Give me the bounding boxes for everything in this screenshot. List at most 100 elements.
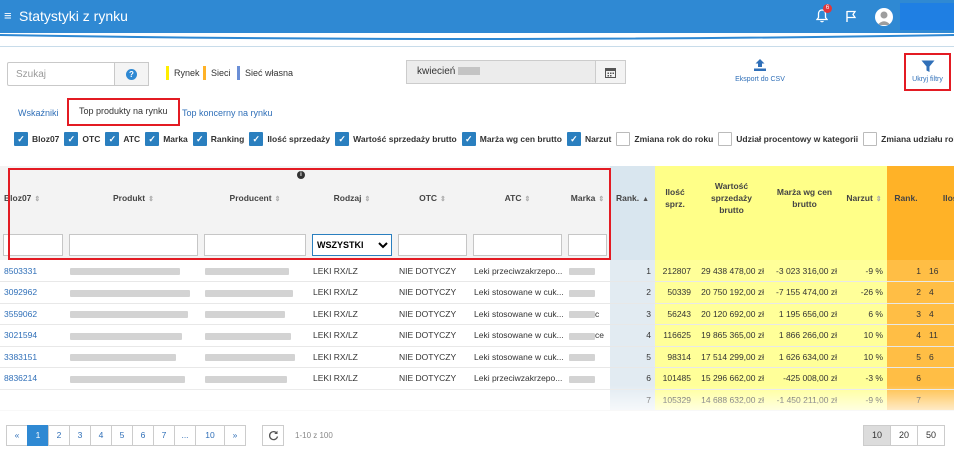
page-button[interactable]: 2: [48, 425, 70, 446]
brand-tail: c: [595, 308, 600, 319]
col-gross-value[interactable]: Wartość sprzedaży brutto: [695, 166, 768, 230]
col-brand[interactable]: Marka ⇕: [565, 166, 610, 230]
page-button[interactable]: «: [6, 425, 28, 446]
cell-markup: -9 %: [841, 260, 887, 282]
calendar-button[interactable]: [596, 60, 626, 84]
cell-atc: Leki stosowane w cuk...: [470, 281, 565, 304]
toggle-otc[interactable]: ✓ OTC: [64, 132, 100, 146]
filter-cell: [565, 230, 610, 260]
cell-bloz07[interactable]: 3383151: [0, 346, 66, 368]
filter-cell: [610, 230, 655, 260]
redacted-text: [205, 267, 289, 275]
filter-product-input[interactable]: [69, 234, 198, 256]
calendar-icon: [605, 67, 616, 78]
toggle-ranking[interactable]: ✓ Ranking: [192, 132, 244, 146]
filter-producer-input[interactable]: [204, 234, 306, 256]
col-rank-chains[interactable]: Rank.: [887, 166, 925, 230]
col-qty[interactable]: Ilość sprz.: [655, 166, 695, 230]
tab-top-products[interactable]: Top produkty na rynku: [67, 98, 180, 126]
col-bloz07[interactable]: Bloz07 ⇕: [0, 166, 66, 230]
filter-brand-input[interactable]: [568, 234, 607, 256]
cell-bloz07[interactable]: 8836214: [0, 367, 66, 390]
page-button[interactable]: »: [224, 425, 246, 446]
toggle-atc[interactable]: ✓ ATC: [105, 132, 140, 146]
col-otc[interactable]: OTC ⇕: [395, 166, 470, 230]
search-input[interactable]: [7, 62, 115, 86]
avatar[interactable]: [875, 8, 893, 26]
toggle-category-share[interactable]: Udział procentowy w kategorii: [718, 132, 858, 146]
filter-type-select[interactable]: WSZYSTKI: [312, 234, 392, 256]
col-type[interactable]: Rodzaj ⇕: [309, 166, 395, 230]
table-row[interactable]: 3383151 LEKI RX/LZ NIE DOTYCZY Leki stosowa…: [0, 346, 954, 368]
page-button[interactable]: 7: [153, 425, 175, 446]
tab-top-companies[interactable]: Top koncerny na rynku: [182, 100, 273, 126]
filter-atc-input[interactable]: [473, 234, 562, 256]
cell-brand: [565, 281, 610, 304]
toggle-gross-sales[interactable]: ✓ Wartość sprzedaży brutto: [335, 132, 457, 146]
page-size-button[interactable]: 50: [917, 425, 945, 446]
info-icon[interactable]: i: [297, 171, 305, 179]
export-csv-button[interactable]: Eksport do CSV: [730, 58, 790, 83]
toggle-marka[interactable]: ✓ Marka: [145, 132, 188, 146]
col-markup[interactable]: Narzut ⇕: [841, 166, 887, 230]
page-button[interactable]: ...: [174, 425, 196, 446]
cell-bloz07[interactable]: 3021594: [0, 324, 66, 347]
page-button[interactable]: 4: [90, 425, 112, 446]
page-button[interactable]: 6: [132, 425, 154, 446]
page-button[interactable]: 10: [195, 425, 225, 446]
toggle-markup[interactable]: ✓ Narzut: [566, 132, 611, 146]
table-row[interactable]: 8836214 LEKI RX/LZ NIE DOTYCZY Leki przeciw…: [0, 367, 954, 390]
sort-icon: ⇕: [364, 196, 371, 203]
page-button[interactable]: 1: [27, 425, 49, 446]
table-row[interactable]: 3021594 LEKI RX/LZ NIE DOTYCZY Leki stosowa…: [0, 324, 954, 347]
col-rank[interactable]: Rank. ▲: [610, 166, 655, 230]
toggle-bloz07[interactable]: ✓ Bloz07: [14, 132, 59, 146]
col-product[interactable]: Produkt ⇕: [66, 166, 201, 230]
search-help-button[interactable]: ?: [115, 62, 149, 86]
cell-margin: -425 008,00 zł: [768, 367, 841, 390]
cell-bloz07[interactable]: 8503331: [0, 260, 66, 282]
filter-otc-input[interactable]: [398, 234, 467, 256]
help-icon: ?: [126, 68, 137, 80]
flag-icon[interactable]: [845, 10, 857, 23]
filter-cell: [470, 230, 565, 260]
cell-margin: -1 450 211,00 zł: [768, 389, 841, 411]
cell-bloz07[interactable]: 3092962: [0, 281, 66, 304]
page-size-button[interactable]: 20: [890, 425, 918, 446]
table-row[interactable]: 7 105329 14 688 632,00 zł -1 450 211,00 zł -…: [0, 389, 954, 411]
cell-bloz07[interactable]: 3559062: [0, 303, 66, 325]
toggle-share-change[interactable]: Zmiana udziału rok do roku: [863, 132, 954, 146]
toggle-sales-qty[interactable]: ✓ Ilość sprzedaży: [249, 132, 330, 146]
col-producer[interactable]: Producent ⇕: [201, 166, 309, 230]
cell-atc: Leki przeciwzakrzepo...: [470, 260, 565, 282]
toggle-margin[interactable]: ✓ Marża wg cen brutto: [461, 132, 562, 146]
col-qty-chains[interactable]: Ilość sprz: [925, 166, 954, 230]
hamburger-menu-icon[interactable]: ≡: [4, 9, 12, 23]
filter-cell: [0, 230, 66, 260]
user-menu[interactable]: [900, 3, 954, 30]
filter-cell: [201, 230, 309, 260]
toggle-yoy-change[interactable]: Zmiana rok do roku: [616, 132, 713, 146]
page-button[interactable]: 3: [69, 425, 91, 446]
page-button[interactable]: 5: [111, 425, 133, 446]
table-row[interactable]: 8503331 LEKI RX/LZ NIE DOTYCZY Leki przeciw…: [0, 260, 954, 282]
redacted-text: [70, 375, 185, 383]
hide-filters-button[interactable]: Ukryj filtry: [904, 53, 951, 91]
cell-brand: c: [565, 303, 610, 325]
cell-markup: -26 %: [841, 281, 887, 304]
cell-bloz07[interactable]: [0, 389, 66, 411]
col-margin[interactable]: Marża wg cen brutto: [768, 166, 841, 230]
cell-gross-value: 20 120 692,00 zł: [695, 303, 768, 325]
filter-bloz07-input[interactable]: [3, 234, 63, 256]
refresh-icon: [268, 430, 278, 441]
col-atc[interactable]: ATC ⇕: [470, 166, 565, 230]
page-size-button[interactable]: 10: [863, 425, 891, 446]
tab-indicators[interactable]: Wskaźniki: [18, 100, 59, 126]
cell-gross-value: 15 296 662,00 zł: [695, 367, 768, 390]
table-row[interactable]: 3092962 LEKI RX/LZ NIE DOTYCZY Leki stosowa…: [0, 281, 954, 304]
month-picker[interactable]: kwiecień: [406, 60, 596, 84]
table-row[interactable]: 3559062 LEKI RX/LZ NIE DOTYCZY Leki stosowa…: [0, 303, 954, 325]
cell-atc: Leki stosowane w cuk...: [470, 303, 565, 325]
sort-icon: ⇕: [34, 196, 41, 203]
refresh-button[interactable]: [262, 425, 284, 446]
